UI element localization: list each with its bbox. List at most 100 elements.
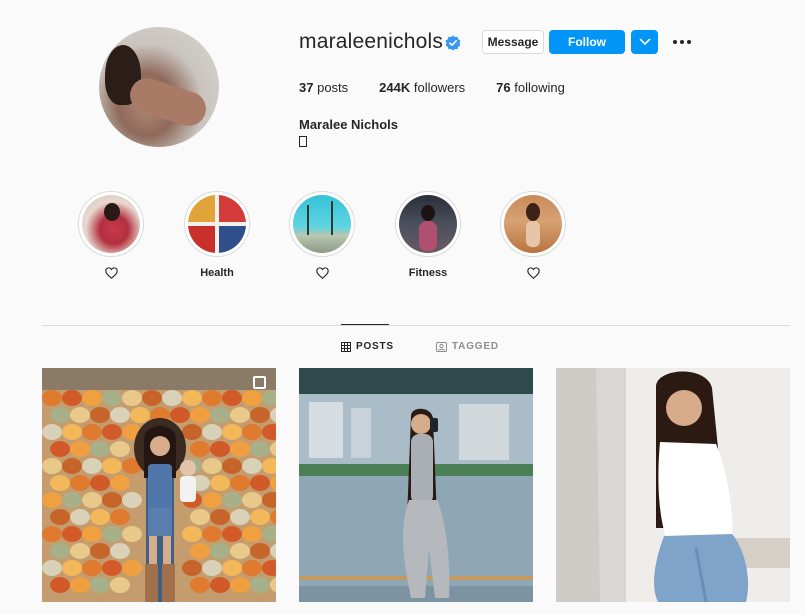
followers-label: followers (413, 80, 466, 95)
pumpkin (242, 560, 262, 576)
post-image-jeans-portrait (556, 368, 790, 602)
heart-icon (315, 267, 329, 279)
highlight-cover (82, 195, 140, 253)
pumpkin (62, 526, 82, 542)
pumpkin (210, 577, 230, 593)
tab-posts[interactable]: POSTS (341, 341, 394, 352)
pumpkin (102, 424, 122, 440)
pumpkin (202, 560, 222, 576)
pumpkin (250, 441, 270, 457)
highlight-cover (188, 195, 246, 253)
pumpkin (102, 390, 122, 406)
pumpkin (82, 526, 102, 542)
following-count: 76 (496, 80, 511, 95)
pumpkin (70, 407, 90, 423)
story-highlight-fitness[interactable]: Fitness (395, 191, 461, 280)
pumpkin (70, 577, 90, 593)
pumpkin (110, 509, 130, 525)
highlight-cover (293, 195, 351, 253)
pumpkin (90, 441, 110, 457)
pumpkin (110, 543, 130, 559)
pumpkin (210, 475, 230, 491)
pumpkin (50, 509, 70, 525)
pumpkin (102, 526, 122, 542)
pumpkin (182, 526, 202, 542)
multiple-images-icon (253, 376, 266, 389)
more-options-button[interactable] (670, 34, 694, 50)
message-button[interactable]: Message (482, 30, 544, 54)
pumpkin (182, 424, 202, 440)
post-thumbnail[interactable] (556, 368, 790, 602)
story-highlight[interactable] (78, 191, 144, 280)
pumpkin (242, 492, 262, 508)
pumpkin (42, 390, 62, 406)
pumpkin (190, 407, 210, 423)
pumpkin (110, 577, 130, 593)
pumpkin (210, 441, 230, 457)
posts-label: posts (317, 80, 349, 95)
pumpkin (82, 424, 102, 440)
post-thumbnail[interactable] (42, 368, 276, 602)
pumpkin (102, 560, 122, 576)
pumpkin (50, 407, 70, 423)
pumpkin (202, 526, 222, 542)
post-image-mirror-selfie (299, 368, 533, 602)
pumpkin (62, 458, 82, 474)
pumpkin (82, 560, 102, 576)
story-highlight-health[interactable]: Health (184, 191, 250, 280)
pumpkin (90, 509, 110, 525)
followers-count: 244K (379, 80, 411, 95)
pumpkin (182, 560, 202, 576)
pumpkin (210, 509, 230, 525)
pumpkin (70, 543, 90, 559)
suggested-accounts-button[interactable] (631, 30, 658, 54)
pumpkin (222, 492, 242, 508)
story-highlight[interactable] (289, 191, 355, 280)
pumpkin (90, 577, 110, 593)
grid-icon (341, 341, 351, 352)
tab-tagged[interactable]: TAGGED (436, 341, 499, 352)
highlight-label: Health (200, 267, 234, 279)
follow-button[interactable]: Follow (549, 30, 625, 54)
pumpkin (50, 543, 70, 559)
pumpkin (242, 390, 262, 406)
pumpkin (222, 458, 242, 474)
post-thumbnail[interactable] (299, 368, 533, 602)
pumpkin (202, 458, 222, 474)
profile-avatar[interactable] (99, 27, 219, 147)
chevron-down-icon (639, 38, 650, 46)
pumpkin (42, 492, 62, 508)
profile-full-name: Maralee Nichols (299, 117, 398, 132)
pumpkin (190, 577, 210, 593)
highlight-ring (184, 191, 250, 257)
pumpkin (222, 390, 242, 406)
active-tab-indicator (341, 324, 389, 325)
pumpkin (162, 390, 182, 406)
pumpkin (62, 560, 82, 576)
pumpkin (62, 390, 82, 406)
verified-badge-icon (445, 35, 461, 51)
pumpkin (142, 390, 162, 406)
pumpkin (102, 492, 122, 508)
highlight-ring (78, 191, 144, 257)
heart-icon (526, 267, 540, 279)
tagged-user-icon (436, 341, 447, 352)
dot-icon (680, 40, 684, 44)
pumpkin (242, 526, 262, 542)
pumpkin (50, 441, 70, 457)
pumpkin (202, 390, 222, 406)
pumpkin (122, 492, 142, 508)
followers-stat[interactable]: 244K followers (379, 80, 465, 95)
dot-icon (673, 40, 677, 44)
highlight-cover (399, 195, 457, 253)
story-highlight[interactable] (500, 191, 566, 280)
pumpkin (50, 475, 70, 491)
pumpkin (222, 424, 242, 440)
pumpkin (90, 407, 110, 423)
highlight-cover (504, 195, 562, 253)
posts-count: 37 (299, 80, 314, 95)
following-stat[interactable]: 76 following (496, 80, 565, 95)
pumpkin (230, 475, 250, 491)
pumpkin (110, 441, 130, 457)
pumpkin (62, 424, 82, 440)
